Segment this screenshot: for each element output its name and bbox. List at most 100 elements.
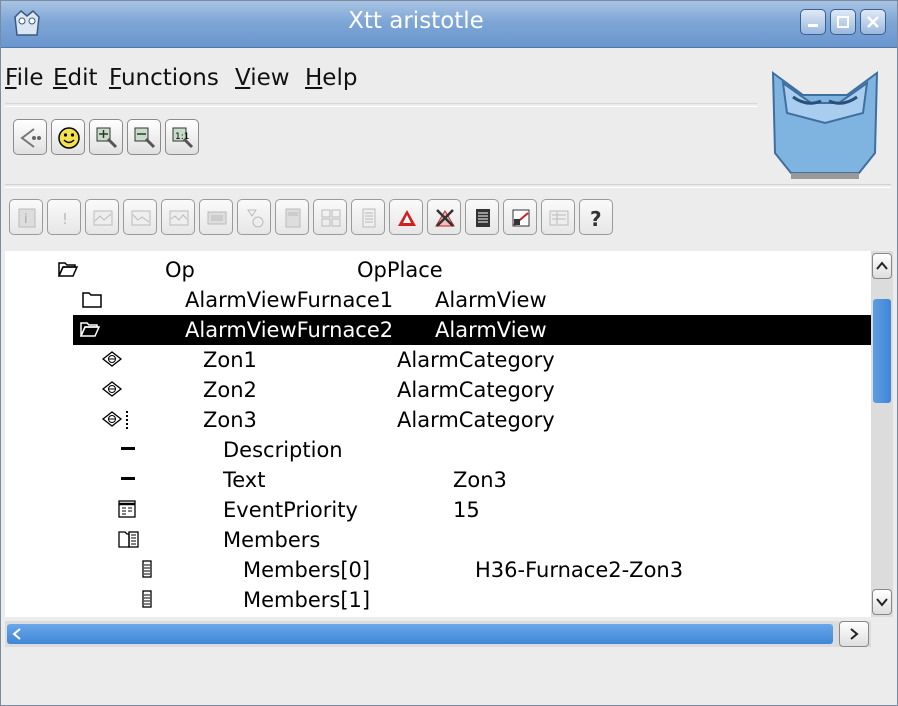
block-icon xyxy=(435,209,455,227)
tree-row-class: OpPlace xyxy=(357,258,443,282)
graph-button[interactable] xyxy=(199,199,233,235)
horizontal-scroll-thumb[interactable] xyxy=(7,624,833,644)
graph-icon xyxy=(207,211,227,225)
history-icon xyxy=(362,208,376,228)
open-object-icon xyxy=(285,208,301,228)
chevron-right-icon xyxy=(850,628,859,640)
graph-scan-button[interactable] xyxy=(503,199,537,235)
tree-row-members[interactable]: Members xyxy=(5,525,871,555)
trend-button[interactable] xyxy=(85,199,119,235)
block-button[interactable] xyxy=(427,199,461,235)
folder-open-icon xyxy=(57,262,79,277)
scroll-up-button[interactable] xyxy=(872,253,892,279)
leaf-object-icon xyxy=(101,351,123,367)
close-button[interactable] xyxy=(860,9,886,35)
scroll-down-button[interactable] xyxy=(872,589,892,615)
array-element-icon xyxy=(142,560,152,578)
tree-row-members-0[interactable]: Members[0] H36-Furnace2-Zon3 xyxy=(5,555,871,585)
tree-row-name: AlarmViewFurnace2 xyxy=(185,318,394,342)
tree-row-description[interactable]: Description xyxy=(5,435,871,465)
trend-icon xyxy=(93,210,113,226)
tree-row-class: AlarmView xyxy=(435,288,547,312)
folder-icon xyxy=(82,292,102,308)
zoom-reset-button[interactable]: 1:1 xyxy=(165,119,199,155)
event-button[interactable] xyxy=(389,199,423,235)
open-object-button[interactable] xyxy=(275,199,309,235)
help-icon: ? xyxy=(590,207,602,229)
chevron-left-icon xyxy=(12,628,21,640)
plot-icon xyxy=(131,210,151,226)
xtt-window: Xtt aristotle File Edit Functions View H… xyxy=(0,0,898,706)
tree-row-alarmviewfurnace2[interactable]: AlarmViewFurnace2 AlarmView xyxy=(73,315,871,345)
menu-functions[interactable]: Functions xyxy=(109,65,219,91)
horizontal-scrollbar[interactable] xyxy=(5,621,871,647)
alarm-button[interactable]: ! xyxy=(47,199,81,235)
attribute-icon xyxy=(121,447,135,450)
tree-row-alarmviewfurnace1[interactable]: AlarmViewFurnace1 AlarmView xyxy=(5,285,871,315)
tree-row-name: Members[1] xyxy=(243,588,371,612)
vertical-scrollbar[interactable] xyxy=(871,251,893,617)
object-tree[interactable]: Op OpPlace AlarmViewFurnace1 AlarmView A… xyxy=(5,251,871,617)
info-button[interactable]: i xyxy=(9,199,43,235)
tree-row-text[interactable]: Text Zon3 xyxy=(5,465,871,495)
menu-help[interactable]: Help xyxy=(305,65,357,91)
smiley-button[interactable] xyxy=(51,119,85,155)
tree-row-name: EventPriority xyxy=(223,498,358,522)
crossref-icon xyxy=(321,209,341,227)
enum-icon xyxy=(118,500,136,518)
tree-row-name: Text xyxy=(223,468,266,492)
plot-button[interactable] xyxy=(123,199,157,235)
zoom-in-button[interactable] xyxy=(89,119,123,155)
menu-file[interactable]: File xyxy=(5,65,44,91)
navigate-back-button[interactable] xyxy=(13,119,47,155)
close-icon xyxy=(867,16,879,28)
tree-row-zon1[interactable]: Zon1 AlarmCategory xyxy=(5,345,871,375)
tree-row-name: Zon2 xyxy=(203,378,257,402)
zoom-in-icon xyxy=(96,127,118,149)
graph-scan-icon xyxy=(512,209,530,227)
menu-view[interactable]: View xyxy=(235,65,290,91)
crossref-button[interactable] xyxy=(313,199,347,235)
fast-curve-button[interactable] xyxy=(161,199,195,235)
tree-row-class: AlarmView xyxy=(435,318,547,342)
tree-row-zon2[interactable]: Zon2 AlarmCategory xyxy=(5,375,871,405)
leaf-object-attr-icon xyxy=(101,411,128,429)
leaf-object-icon xyxy=(101,381,123,397)
chevron-down-icon xyxy=(876,598,888,607)
collect-button[interactable] xyxy=(541,199,575,235)
tree-row-op[interactable]: Op OpPlace xyxy=(5,255,871,285)
zoom-out-icon xyxy=(134,127,156,149)
tree-row-name: AlarmViewFurnace1 xyxy=(185,288,394,312)
vertical-scroll-thumb[interactable] xyxy=(873,299,891,403)
svg-text:!: ! xyxy=(62,210,68,228)
scroll-right-button[interactable] xyxy=(839,621,869,647)
proview-owl-logo xyxy=(771,70,879,179)
tree-row-name: Members xyxy=(223,528,321,552)
tree-row-eventpriority[interactable]: EventPriority 15 xyxy=(5,495,871,525)
svg-text:?: ? xyxy=(590,207,602,229)
menu-separator xyxy=(5,103,757,107)
title-bar[interactable]: Xtt aristotle xyxy=(1,1,897,48)
array-icon xyxy=(118,531,139,548)
flow-icon xyxy=(247,209,264,228)
help-button[interactable]: ? xyxy=(579,199,613,235)
chevron-up-icon xyxy=(876,261,888,270)
tree-row-zon3[interactable]: Zon3 AlarmCategory xyxy=(5,405,871,435)
tree-row-name: Members[0] xyxy=(243,558,371,582)
tree-row-name: Zon1 xyxy=(203,348,257,372)
info-icon: i xyxy=(18,208,36,228)
classgraph-button[interactable] xyxy=(465,199,499,235)
zoom-reset-icon: 1:1 xyxy=(172,127,194,149)
menu-edit[interactable]: Edit xyxy=(53,65,98,91)
classgraph-icon xyxy=(476,209,490,227)
flow-button[interactable] xyxy=(237,199,271,235)
tree-row-members-1[interactable]: Members[1] xyxy=(5,585,871,615)
tree-row-name: Op xyxy=(165,258,195,282)
navigate-back-icon xyxy=(20,128,41,148)
zoom-out-button[interactable] xyxy=(127,119,161,155)
tree-row-class: AlarmCategory xyxy=(397,348,555,372)
minimize-button[interactable] xyxy=(800,9,826,35)
history-button[interactable] xyxy=(351,199,385,235)
attribute-icon xyxy=(121,477,135,480)
maximize-button[interactable] xyxy=(830,9,856,35)
